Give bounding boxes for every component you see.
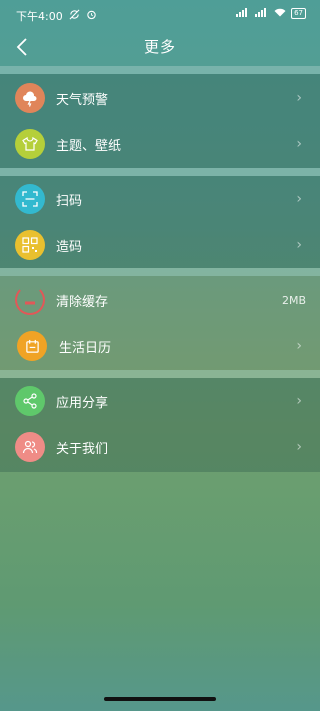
generate-code-label: 造码 <box>56 239 83 255</box>
chevron-right-icon: › <box>296 237 302 253</box>
home-indicator[interactable] <box>104 697 216 701</box>
about-us-icon <box>15 432 45 462</box>
status-time: 下午4:00 <box>16 10 63 23</box>
qrcode-icon <box>15 230 45 260</box>
group-separator <box>0 268 320 276</box>
chevron-right-icon: › <box>296 90 302 106</box>
calendar-icon <box>17 331 47 361</box>
chevron-right-icon: › <box>296 393 302 409</box>
chevron-right-icon: › <box>296 439 302 455</box>
theme-wallpaper-label: 主题、壁纸 <box>56 138 122 154</box>
tshirt-icon <box>15 129 45 159</box>
group-separator <box>0 66 320 74</box>
generate-code-row[interactable]: 造码 › <box>0 222 320 268</box>
clear-cache-label: 清除缓存 <box>56 294 109 310</box>
sync-off-icon <box>69 9 80 23</box>
clear-cache-icon <box>15 285 45 315</box>
status-left: 下午4:00 <box>16 8 97 24</box>
life-calendar-label: 生活日历 <box>59 340 112 356</box>
group-separator <box>0 370 320 378</box>
page-title: 更多 <box>143 38 176 56</box>
wifi-icon <box>274 8 286 19</box>
share-app-label: 应用分享 <box>56 395 109 411</box>
share-icon <box>15 386 45 416</box>
cache-size-value: 2MB <box>281 293 306 307</box>
header: 更多 <box>0 30 320 66</box>
share-app-row[interactable]: 应用分享 › <box>0 378 320 424</box>
settings-group-4: 应用分享 › 关于我们 › <box>0 378 320 472</box>
chevron-right-icon: › <box>296 191 302 207</box>
settings-group-1: 天气预警 › 主题、壁纸 › <box>0 74 320 168</box>
group-separator <box>0 168 320 176</box>
chevron-right-icon: › <box>296 136 302 152</box>
signal-icon-2 <box>255 8 269 19</box>
scan-row[interactable]: 扫码 › <box>0 176 320 222</box>
life-calendar-row[interactable]: 生活日历 › <box>0 323 320 369</box>
chevron-right-icon: › <box>296 338 302 354</box>
scan-label: 扫码 <box>56 193 83 209</box>
signal-icon <box>236 8 250 19</box>
alarm-icon <box>86 9 97 23</box>
battery-icon: 67 <box>291 8 306 19</box>
weather-alert-label: 天气预警 <box>56 92 109 108</box>
scan-icon <box>15 184 45 214</box>
status-right: 67 <box>236 8 306 19</box>
weather-alert-row[interactable]: 天气预警 › <box>0 75 320 121</box>
clear-cache-row[interactable]: 清除缓存 2MB <box>0 277 320 323</box>
cloud-alert-icon <box>15 83 45 113</box>
about-us-label: 关于我们 <box>56 441 109 457</box>
theme-wallpaper-row[interactable]: 主题、壁纸 › <box>0 121 320 167</box>
about-us-row[interactable]: 关于我们 › <box>0 424 320 470</box>
settings-group-3: 清除缓存 2MB 生活日历 › <box>0 276 320 370</box>
settings-group-2: 扫码 › 造码 › <box>0 176 320 268</box>
status-bar: 下午4:00 67 <box>0 0 320 30</box>
